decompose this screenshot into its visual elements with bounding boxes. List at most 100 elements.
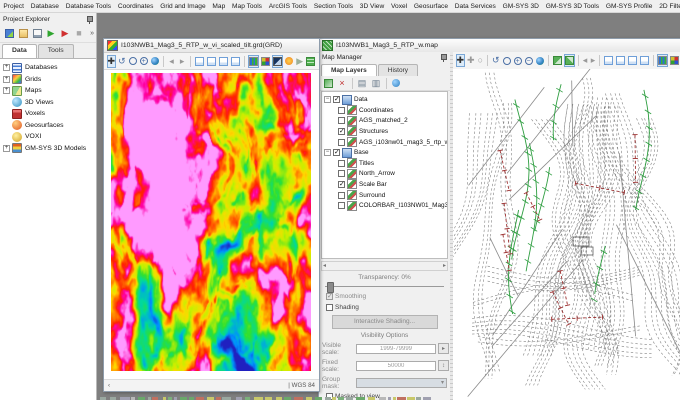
tab-tools[interactable]: Tools [37, 44, 74, 58]
menu-item-3d-view[interactable]: 3D View [356, 3, 387, 10]
play-gray-icon[interactable]: ▶ [295, 55, 305, 68]
display-map-icon[interactable] [31, 27, 44, 40]
expander-icon[interactable]: − [324, 149, 331, 157]
forward-icon[interactable]: ▸ [590, 54, 597, 67]
layer-surround[interactable]: Surround [322, 190, 447, 201]
tree-item-voxels[interactable]: Voxels [0, 108, 96, 120]
circle-icon[interactable]: ○ [477, 54, 484, 67]
page-icon[interactable] [194, 55, 205, 68]
map-manager-pin-icon[interactable] [440, 53, 447, 63]
layer-add-icon[interactable] [322, 77, 335, 90]
layer-del-icon[interactable]: × [336, 77, 349, 90]
menu-item-gm-sys-3d-tools[interactable]: GM-SYS 3D Tools [542, 3, 602, 10]
menu-item-map-tools[interactable]: Map Tools [229, 3, 266, 10]
page-icon[interactable] [627, 54, 638, 67]
shading-checkbox[interactable] [326, 303, 333, 311]
tab-data[interactable]: Data [2, 44, 37, 58]
move-icon[interactable]: ✚ [466, 54, 476, 67]
smoothing-checkbox[interactable] [326, 293, 333, 300]
tree-item-maps[interactable]: + Maps [0, 85, 96, 97]
layer-colorbar-i103nw01-mag3-5-rtp[interactable]: COLORBAR_I103NW01_Mag3_5_RTP... [322, 200, 447, 211]
zoom-dynamic-icon[interactable] [128, 55, 138, 68]
layer-coordinates[interactable]: Coordinates [322, 105, 447, 116]
visible-scale-input[interactable] [356, 343, 436, 354]
page-icon[interactable] [206, 55, 217, 68]
layer-checkbox[interactable] [338, 106, 345, 114]
pin-icon[interactable] [86, 15, 93, 24]
zoom-dynamic-icon[interactable] [502, 54, 512, 67]
zoom-out-icon[interactable]: − [524, 54, 534, 67]
expander-icon[interactable]: + [3, 75, 10, 83]
hscroll-left-arrow[interactable]: ◂ [323, 262, 326, 269]
run-red-icon[interactable]: ▶ [59, 27, 72, 40]
collapse-all-icon[interactable]: ▥ [370, 77, 383, 90]
layer-checkbox[interactable] [338, 180, 345, 188]
tab-history[interactable]: History [377, 63, 419, 77]
menu-item-geosurface[interactable]: Geosurface [411, 3, 452, 10]
layer-north-arrow[interactable]: North_Arrow [322, 168, 447, 180]
layer-checkbox[interactable] [338, 170, 345, 178]
layer-structures[interactable]: Structures [322, 126, 447, 137]
layer-checkbox[interactable] [333, 149, 340, 157]
layer-checkbox[interactable] [338, 138, 345, 146]
rotate-icon[interactable]: ↺ [491, 54, 501, 67]
open-folder-icon[interactable] [17, 27, 30, 40]
rotate-icon[interactable]: ↺ [117, 55, 127, 68]
colormap-icon[interactable] [260, 55, 271, 68]
expand-all-icon[interactable]: ▤ [356, 77, 369, 90]
visible-scale-button[interactable]: ▸ [438, 343, 449, 354]
structure-map[interactable] [453, 69, 680, 400]
slider-thumb[interactable] [327, 281, 334, 293]
layer-checkbox[interactable] [338, 127, 345, 135]
expander-icon[interactable]: + [3, 87, 10, 95]
globe-icon[interactable] [535, 54, 545, 67]
back-icon[interactable]: ◂ [582, 54, 589, 67]
sun-icon[interactable] [284, 55, 294, 68]
grid-window-titlebar[interactable]: I103NWB1_Mag3_5_RTP_w_vi_scaled_tilt.grd… [104, 39, 319, 53]
menu-item-arcgis-tools[interactable]: ArcGIS Tools [265, 3, 310, 10]
tree-item-gm-sys-3d-models[interactable]: + GM-SYS 3D Models [0, 143, 96, 155]
layer-checkbox[interactable] [333, 96, 340, 104]
layer-titles[interactable]: Titles [322, 158, 447, 169]
fixed-scale-input[interactable] [356, 360, 436, 371]
layer-ags-i103nw01-mag3-5-rtp-w-rtp-vs1[interactable]: AGS_i103nw01_mag3_5_rtp_w_rtp_vs1 [322, 137, 447, 148]
histogram-icon[interactable] [247, 54, 259, 68]
new-database-icon[interactable] [3, 27, 16, 40]
toolbar-overflow-button[interactable]: » [90, 30, 94, 37]
page-icon[interactable] [218, 55, 229, 68]
tree-item-3d-views[interactable]: 3D Views [0, 97, 96, 109]
group-mask-dropdown[interactable]: ▾ [356, 377, 447, 388]
zoom-in-icon[interactable]: + [513, 54, 523, 67]
layer-scale-bar[interactable]: Scale Bar [322, 179, 447, 190]
menu-item-voxel[interactable]: Voxel [388, 3, 411, 10]
layer-group-base[interactable]: − Base [322, 147, 447, 158]
menu-item-2d-filtering[interactable]: 2D Filtering [656, 3, 680, 10]
globe-icon[interactable] [150, 55, 160, 68]
layer-group-data[interactable]: − Data [322, 94, 447, 105]
tab-map-layers[interactable]: Map Layers [321, 63, 377, 77]
run-green-icon[interactable]: ▶ [45, 27, 58, 40]
magnetic-grid-image[interactable] [111, 73, 311, 371]
layer-checkbox[interactable] [338, 191, 345, 199]
expander-icon[interactable]: − [324, 96, 331, 104]
page-icon[interactable] [230, 55, 241, 68]
menu-item-grid-and-image[interactable]: Grid and Image [157, 3, 209, 10]
tree-item-geosurfaces[interactable]: Geosurfaces [0, 120, 96, 132]
fixed-scale-button[interactable]: ↕ [438, 360, 449, 371]
menu-item-database[interactable]: Database [27, 3, 62, 10]
page-icon[interactable] [603, 54, 614, 67]
menu-item-section-tools[interactable]: Section Tools [311, 3, 357, 10]
menu-item-project[interactable]: Project [0, 3, 27, 10]
layer-checkbox[interactable] [338, 159, 345, 167]
layer-checkbox[interactable] [338, 117, 345, 125]
forward-icon[interactable]: ▸ [177, 55, 187, 68]
map-green-2-icon[interactable] [563, 54, 575, 67]
menu-item-gm-sys-3d[interactable]: GM-SYS 3D [499, 3, 542, 10]
zoom-in-icon[interactable]: + [139, 55, 149, 68]
stop-icon[interactable]: ■ [73, 27, 86, 40]
map-green-icon[interactable] [552, 54, 563, 67]
menu-item-data-services[interactable]: Data Services [451, 3, 499, 10]
shading-icon[interactable] [271, 54, 283, 68]
interactive-shading-button[interactable]: Interactive Shading... [331, 314, 438, 329]
help-icon[interactable] [390, 77, 403, 90]
